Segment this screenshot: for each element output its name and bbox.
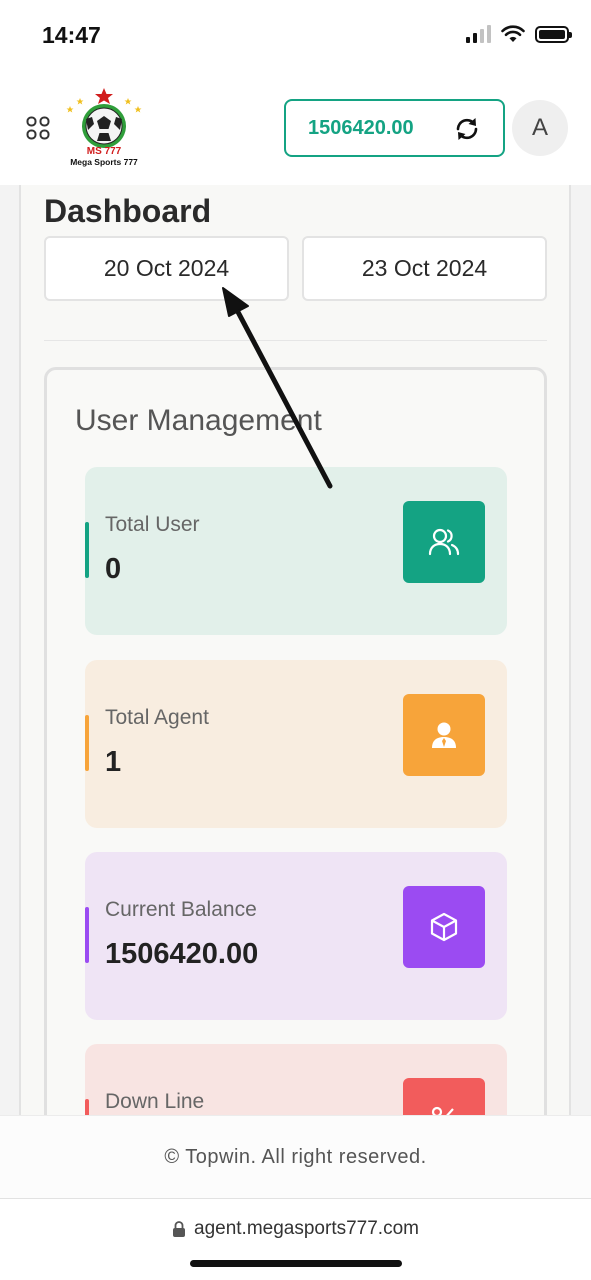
- stat-value: 1506420.00: [105, 938, 259, 970]
- logo-title: MS 777: [87, 146, 122, 157]
- main-area: Dashboard 20 Oct 2024 23 Oct 2024 User M…: [0, 185, 591, 1115]
- copyright-text: © Topwin. All right reserved.: [164, 1145, 427, 1168]
- date-to-input[interactable]: 23 Oct 2024: [302, 236, 547, 301]
- stat-card-current-balance[interactable]: Current Balance 1506420.00: [85, 852, 507, 1020]
- header-balance-value: 1506420.00: [308, 116, 414, 139]
- divider: [44, 340, 547, 341]
- page-title: Dashboard: [44, 193, 212, 229]
- wifi-icon: [501, 25, 525, 42]
- stat-label: Total User: [105, 513, 200, 536]
- browser-url[interactable]: agent.megasports777.com: [194, 1218, 419, 1240]
- stat-label: Total Agent: [105, 706, 209, 729]
- logo-subtitle: Mega Sports 777: [70, 157, 138, 167]
- app-header: MS 777 Mega Sports 777 1506420.00 A: [0, 70, 591, 185]
- stat-card-total-user[interactable]: Total User 0: [85, 467, 507, 635]
- status-time: 14:47: [42, 22, 101, 48]
- stat-card-down-line[interactable]: Down Line: [85, 1044, 507, 1115]
- stat-accent-bar: [85, 1099, 89, 1115]
- battery-icon: [535, 25, 572, 43]
- date-from-input[interactable]: 20 Oct 2024: [44, 236, 289, 301]
- lock-icon: [173, 1221, 186, 1237]
- users-icon: [403, 501, 485, 583]
- status-icons: [466, 25, 572, 43]
- refresh-icon[interactable]: [453, 115, 481, 143]
- stat-label: Current Balance: [105, 898, 257, 921]
- percent-icon: [403, 1078, 485, 1115]
- stat-accent-bar: [85, 907, 89, 963]
- home-indicator[interactable]: [190, 1260, 402, 1267]
- section-title: User Management: [75, 404, 322, 437]
- status-bar: 14:47: [0, 0, 591, 70]
- stat-value: 1: [105, 746, 122, 778]
- stat-value: 0: [105, 553, 122, 585]
- user-management-section: User Management Total User 0 Total Agent…: [44, 367, 547, 1115]
- stat-accent-bar: [85, 715, 89, 771]
- app-footer: © Topwin. All right reserved.: [0, 1115, 591, 1199]
- browser-address-bar[interactable]: agent.megasports777.com: [0, 1200, 591, 1280]
- apps-grid-icon[interactable]: [26, 116, 50, 140]
- brand-logo[interactable]: MS 777 Mega Sports 777: [62, 86, 146, 170]
- stat-accent-bar: [85, 522, 89, 578]
- cellular-signal-icon: [466, 25, 491, 43]
- stat-label: Down Line: [105, 1090, 205, 1113]
- box-icon: [403, 886, 485, 968]
- user-avatar[interactable]: A: [512, 100, 568, 156]
- stat-card-total-agent[interactable]: Total Agent 1: [85, 660, 507, 828]
- url-row[interactable]: agent.megasports777.com: [0, 1218, 591, 1240]
- agent-icon: [403, 694, 485, 776]
- balance-display[interactable]: 1506420.00: [284, 99, 505, 157]
